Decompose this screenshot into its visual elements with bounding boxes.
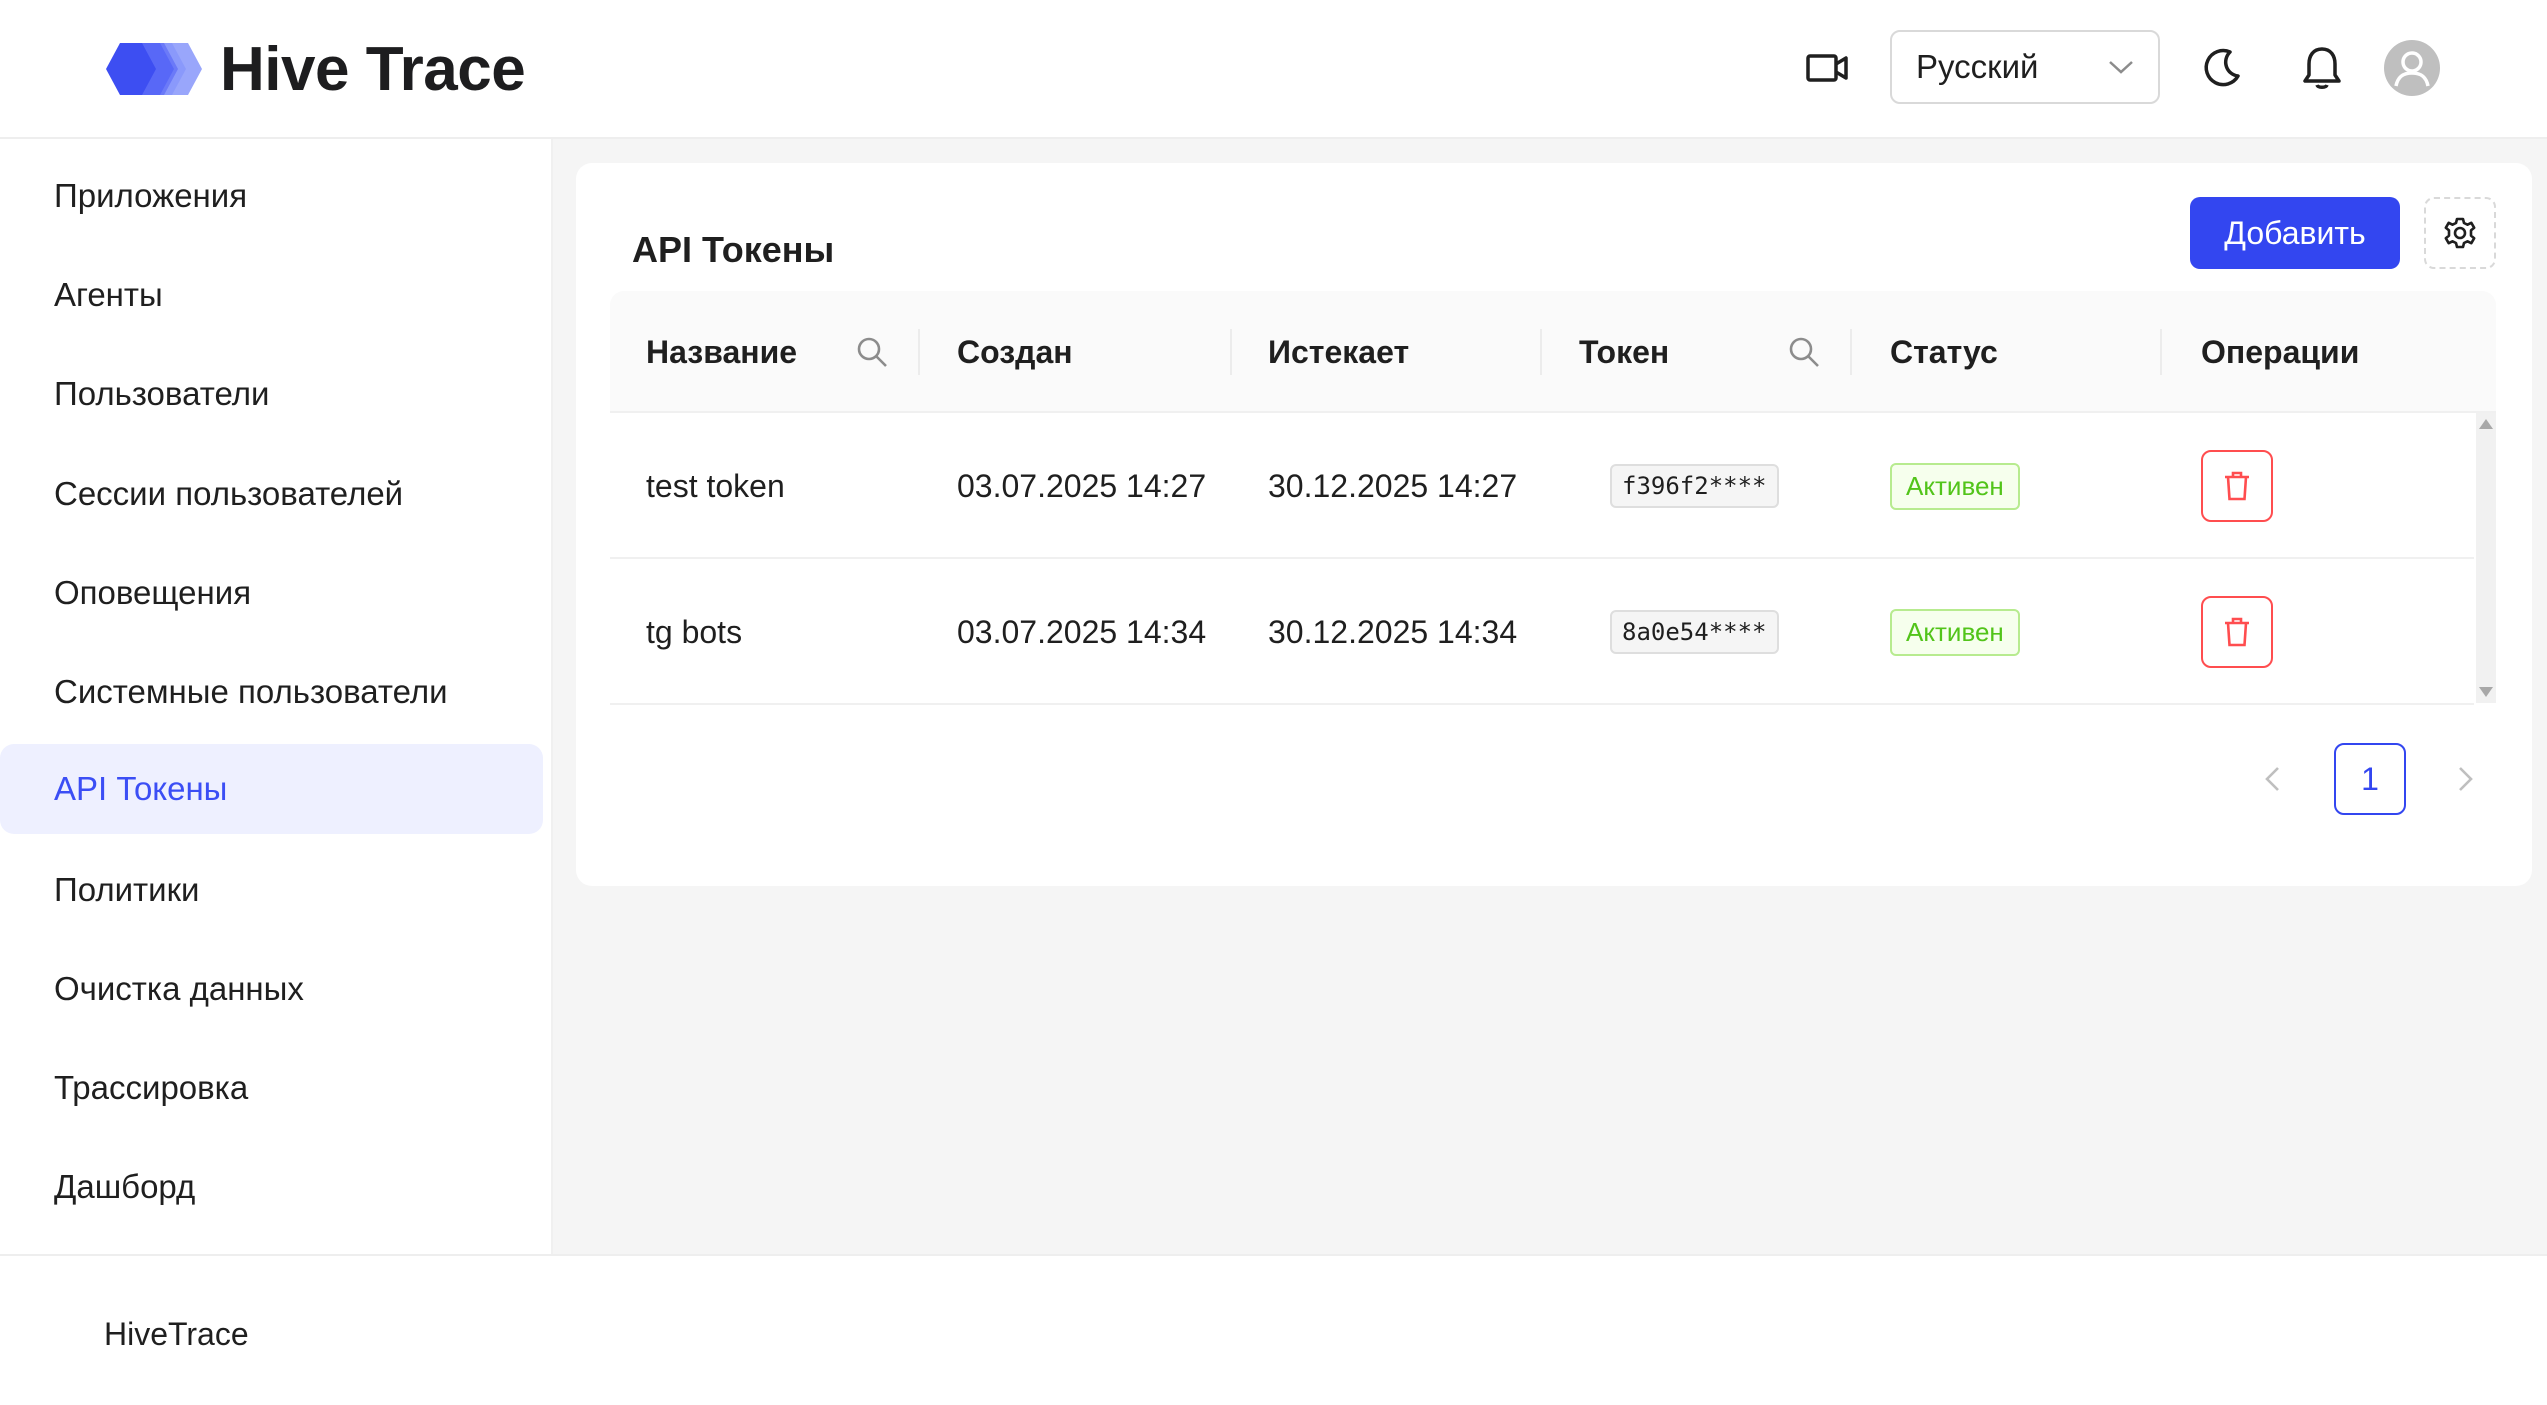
delete-button[interactable] — [2201, 450, 2273, 522]
table-header: Название Создан Истекает Токен Статус Оп… — [610, 291, 2496, 413]
table-scrollbar[interactable] — [2476, 413, 2496, 703]
column-header-created[interactable]: Создан — [957, 291, 1073, 413]
table-row: test token 03.07.2025 14:27 30.12.2025 1… — [610, 413, 2474, 559]
column-divider — [1540, 329, 1542, 375]
chevron-down-icon — [2109, 61, 2133, 74]
video-icon[interactable] — [1795, 36, 1859, 100]
app-name: Hive Trace — [220, 34, 526, 104]
sidebar-item-system-users[interactable]: Системные пользователи — [0, 647, 543, 737]
sidebar: Приложения Агенты Пользователи Сессии по… — [0, 139, 553, 1254]
prev-page-button[interactable] — [2244, 743, 2300, 815]
footer-text: HiveTrace — [104, 1316, 249, 1352]
expires-date: 30.12.2025 14:27 — [1268, 467, 1518, 504]
column-header-token[interactable]: Токен — [1579, 291, 1669, 413]
language-select[interactable]: Русский — [1890, 30, 2160, 104]
table-row: tg bots 03.07.2025 14:34 30.12.2025 14:3… — [610, 559, 2474, 705]
column-divider — [918, 329, 920, 375]
column-header-name[interactable]: Название — [646, 291, 797, 413]
page-number-button[interactable]: 1 — [2334, 743, 2406, 815]
hive-logo-icon — [106, 43, 202, 95]
user-avatar[interactable] — [2384, 40, 2440, 96]
column-header-status: Статус — [1890, 333, 1998, 370]
sidebar-item-users[interactable]: Пользователи — [0, 349, 543, 439]
sidebar-item-tracing[interactable]: Трассировка — [0, 1043, 543, 1133]
sidebar-item-dashboard[interactable]: Дашборд — [0, 1142, 543, 1232]
next-page-button[interactable] — [2438, 743, 2494, 815]
logo[interactable]: Hive Trace — [102, 34, 526, 104]
scroll-down-arrow-icon[interactable] — [2479, 687, 2493, 697]
app-root: Hive Trace Русский Приложения Агенты Пол… — [0, 0, 2547, 1405]
column-divider — [2160, 329, 2162, 375]
column-header-operations: Операции — [2201, 333, 2360, 370]
sidebar-item-data-cleanup[interactable]: Очистка данных — [0, 944, 543, 1034]
token-value[interactable]: 8a0e54**** — [1610, 610, 1779, 654]
created-date: 03.07.2025 14:27 — [957, 467, 1207, 504]
search-icon[interactable] — [854, 334, 890, 370]
created-date: 03.07.2025 14:34 — [957, 613, 1207, 650]
add-token-button[interactable]: Добавить — [2190, 197, 2400, 269]
scroll-up-arrow-icon[interactable] — [2479, 419, 2493, 429]
tokens-card: API Токены Добавить Название Создан Исте… — [576, 163, 2532, 886]
column-divider — [1230, 329, 1232, 375]
status-badge: Активен — [1890, 608, 2020, 656]
chevron-left-icon — [2265, 767, 2279, 791]
column-divider — [1850, 329, 1852, 375]
sidebar-item-applications[interactable]: Приложения — [0, 151, 543, 241]
sidebar-item-user-sessions[interactable]: Сессии пользователей — [0, 449, 543, 539]
language-value: Русский — [1916, 48, 2039, 85]
page-title: API Токены — [632, 229, 835, 270]
top-header: Hive Trace Русский — [0, 0, 2547, 139]
bell-icon[interactable] — [2290, 36, 2354, 100]
delete-button[interactable] — [2201, 596, 2273, 668]
moon-icon[interactable] — [2190, 36, 2254, 100]
table-settings-button[interactable] — [2424, 197, 2496, 269]
column-header-expires[interactable]: Истекает — [1268, 291, 1409, 413]
token-value[interactable]: f396f2**** — [1610, 464, 1779, 508]
chevron-right-icon — [2459, 767, 2473, 791]
token-name: tg bots — [646, 613, 743, 650]
sidebar-item-agents[interactable]: Агенты — [0, 250, 543, 340]
gear-icon — [2444, 217, 2476, 249]
trash-icon — [2225, 617, 2249, 647]
table-body: test token 03.07.2025 14:27 30.12.2025 1… — [610, 413, 2496, 705]
sidebar-item-api-tokens[interactable]: API Токены — [0, 744, 543, 834]
sidebar-item-policies[interactable]: Политики — [0, 845, 543, 935]
sidebar-item-alerts[interactable]: Оповещения — [0, 548, 543, 638]
main-content: API Токены Добавить Название Создан Исте… — [553, 139, 2547, 1254]
user-avatar-icon — [2394, 51, 2430, 87]
trash-icon — [2225, 471, 2249, 501]
footer: HiveTrace — [0, 1254, 2547, 1405]
expires-date: 30.12.2025 14:34 — [1268, 613, 1518, 650]
token-name: test token — [646, 467, 785, 504]
status-badge: Активен — [1890, 462, 2020, 510]
search-icon[interactable] — [1786, 334, 1822, 370]
